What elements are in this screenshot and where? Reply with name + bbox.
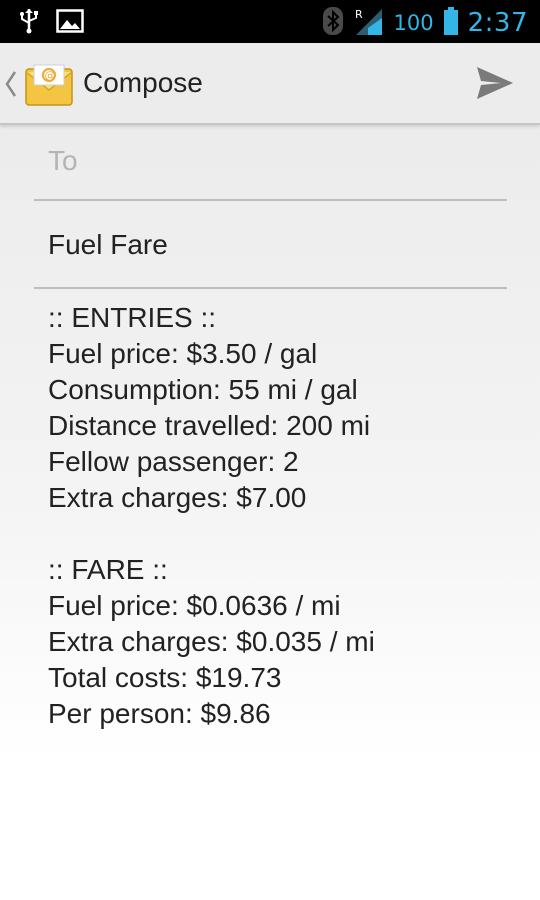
to-placeholder: To bbox=[48, 145, 78, 176]
signal-roaming-icon: R bbox=[354, 6, 384, 40]
to-field[interactable]: To bbox=[34, 125, 507, 201]
fare-extra-charges: Extra charges: $0.035 / mi bbox=[48, 626, 375, 657]
fare-total-costs: Total costs: $19.73 bbox=[48, 662, 282, 693]
fare-header: :: FARE :: bbox=[48, 554, 168, 585]
message-body[interactable]: :: ENTRIES :: Fuel price: $3.50 / gal Co… bbox=[48, 300, 518, 732]
send-icon bbox=[475, 65, 515, 105]
usb-icon bbox=[18, 8, 40, 38]
back-caret-icon[interactable] bbox=[4, 69, 18, 103]
clock: 2:37 bbox=[467, 8, 528, 38]
entry-fuel-price: Fuel price: $3.50 / gal bbox=[48, 338, 318, 369]
svg-text:@: @ bbox=[45, 69, 56, 82]
svg-text:R: R bbox=[355, 8, 363, 21]
send-button[interactable] bbox=[470, 63, 520, 107]
action-bar: @ Compose bbox=[0, 43, 540, 125]
subject-value: Fuel Fare bbox=[48, 229, 168, 260]
status-bar: R 100 2:37 bbox=[0, 0, 540, 43]
entry-passengers: Fellow passenger: 2 bbox=[48, 446, 299, 477]
battery-level: 100 bbox=[393, 11, 434, 35]
fare-fuel-price: Fuel price: $0.0636 / mi bbox=[48, 590, 341, 621]
subject-field[interactable]: Fuel Fare bbox=[34, 212, 507, 289]
entry-extra-charges: Extra charges: $7.00 bbox=[48, 482, 307, 513]
entries-header: :: ENTRIES :: bbox=[48, 302, 217, 333]
battery-icon bbox=[443, 7, 458, 39]
image-icon bbox=[56, 8, 84, 38]
entry-distance: Distance travelled: 200 mi bbox=[48, 410, 371, 441]
entry-consumption: Consumption: 55 mi / gal bbox=[48, 374, 358, 405]
page-title: Compose bbox=[83, 67, 203, 98]
email-app-icon[interactable]: @ bbox=[24, 63, 76, 113]
bluetooth-icon bbox=[322, 6, 344, 40]
fare-per-person: Per person: $9.86 bbox=[48, 698, 271, 729]
